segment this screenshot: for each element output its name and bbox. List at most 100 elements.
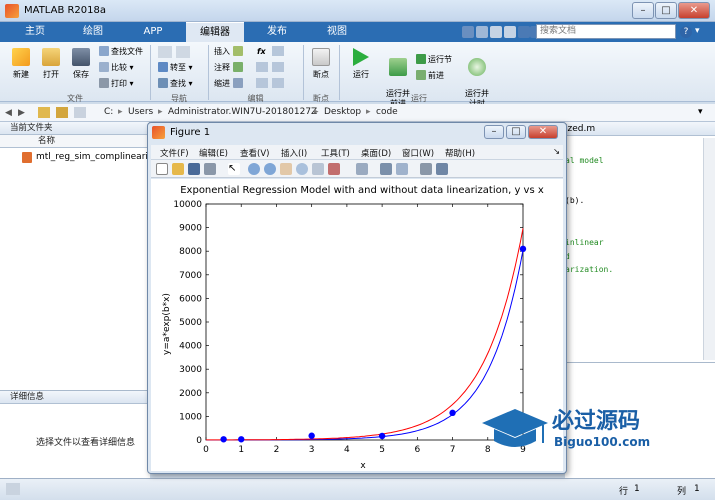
editor-panel: ized.m al model (b). inlinear d arizatio… [565,122,715,362]
rotate-icon[interactable] [296,163,308,175]
increase-indent-icon[interactable] [256,78,268,88]
legend-icon[interactable] [396,163,408,175]
menu-edit[interactable]: 编辑(E) [199,147,228,159]
x-tick-label: 0 [203,445,209,455]
figure-maximize-button[interactable]: □ [506,125,526,139]
print-button[interactable]: 打印 ▾ [99,78,134,90]
y-tick-label: 0 [196,436,202,446]
tab-publish[interactable]: 发布 [250,22,304,42]
function-icon[interactable] [272,46,284,56]
tab-view[interactable]: 视图 [310,22,364,42]
data-cursor-icon[interactable] [312,163,324,175]
minimize-button[interactable]: – [632,2,654,19]
save-quick-icon[interactable] [462,26,474,38]
breadcrumb-users[interactable]: Users [128,107,153,117]
search-input[interactable]: 搜索文档 [536,24,676,39]
drive-icon [74,107,86,118]
menu-file[interactable]: 文件(F) [160,147,189,159]
watermark: 必过源码 Biguo100.com [480,403,710,463]
run-time-icon [468,58,486,76]
details-panel: 详细信息 选择文件以查看详细信息 [0,390,150,478]
breadcrumb-separator: ▸ [314,107,319,117]
paste-icon[interactable] [504,26,516,38]
pan-icon[interactable] [280,163,292,175]
plot-area [205,203,524,441]
link-plot-icon[interactable] [356,163,368,175]
breadcrumb-code[interactable]: code [376,107,398,117]
forward-arrow-icon[interactable]: ▶ [18,108,25,118]
editor-scrollbar[interactable] [703,138,715,360]
uncomment-icon[interactable] [256,62,268,72]
close-button[interactable]: ✕ [678,2,710,19]
comment-button[interactable]: 注释 [214,62,245,74]
zoom-in-icon[interactable] [248,163,260,175]
save-figure-icon[interactable] [188,163,200,175]
current-folder-panel: 当前文件夹 名称 mtl_reg_sim_complinearize [0,122,150,392]
undo-icon[interactable] [518,26,530,38]
breakpoints-button[interactable]: 断点 [308,48,334,80]
matlab-logo-icon [5,4,19,18]
code-line: (b). [565,196,585,205]
tab-editor[interactable]: 编辑器 [186,22,244,42]
decrease-indent-icon[interactable] [272,78,284,88]
brush-icon[interactable] [328,163,340,175]
indent-button[interactable]: 缩进 [214,78,245,90]
maximize-button[interactable]: □ [655,2,677,19]
insert-button[interactable]: 插入 [214,46,245,58]
forward-nav-icon[interactable] [176,46,190,58]
menu-dock-icon[interactable]: ↘ [553,147,560,157]
colorbar-icon[interactable] [380,163,392,175]
find-files-button[interactable]: 查找文件 [99,46,143,58]
watermark-title: 必过源码 [552,409,641,434]
name-column-header[interactable]: 名称 [0,135,149,148]
help-icon[interactable]: ? [680,26,692,38]
advance-button[interactable]: 前进 [416,70,444,82]
zoom-out-icon[interactable] [264,163,276,175]
menu-insert[interactable]: 插入(I) [281,147,307,159]
up-folder-icon[interactable] [38,107,50,118]
fx-button[interactable]: fx [257,46,266,58]
open-button[interactable]: 打开 [38,48,64,80]
tab-plots[interactable]: 绘图 [66,22,120,42]
run-section-button[interactable]: 运行节 [416,54,452,66]
hide-tools-icon[interactable] [420,163,432,175]
menu-view[interactable]: 查看(V) [240,147,269,159]
print-figure-icon[interactable] [204,163,216,175]
breadcrumb-c[interactable]: C: [104,107,113,117]
breakpoints-icon [312,48,330,66]
address-dropdown-icon[interactable]: ▾ [698,107,703,117]
editor-file-tab[interactable]: ized.m [565,124,595,134]
menu-help[interactable]: 帮助(H) [445,147,475,159]
wrap-comment-icon[interactable] [272,62,284,72]
data-point [519,245,527,253]
menu-tools[interactable]: 工具(T) [321,147,350,159]
tab-apps[interactable]: APP [126,22,180,42]
back-nav-icon[interactable] [158,46,172,58]
file-list-item[interactable]: mtl_reg_sim_complinearize [36,152,148,162]
new-figure-icon[interactable] [156,163,168,175]
pointer-icon[interactable]: ↖ [228,163,240,175]
compare-button[interactable]: 比较 ▾ [99,62,134,74]
menu-window[interactable]: 窗口(W) [402,147,434,159]
open-file-icon[interactable] [172,163,184,175]
row-label: 行 [619,487,629,497]
dock-figure-icon[interactable] [436,163,448,175]
save-button[interactable]: 保存 [68,48,94,80]
new-button[interactable]: 新建 [8,48,34,80]
copy-icon[interactable] [490,26,502,38]
back-arrow-icon[interactable]: ◀ [5,108,12,118]
breadcrumb-desktop[interactable]: Desktop [324,107,361,117]
menu-desktop[interactable]: 桌面(D) [361,147,391,159]
figure-menubar: 文件(F) 编辑(E) 查看(V) 插入(I) 工具(T) 桌面(D) 窗口(W… [151,145,563,160]
cut-icon[interactable] [476,26,488,38]
goto-button[interactable]: 转至 ▾ [158,62,193,74]
tab-home[interactable]: 主页 [10,22,60,42]
breadcrumb-admin[interactable]: Administrator.WIN7U-20180127Z [168,107,317,117]
figure-close-button[interactable]: ✕ [528,125,558,139]
figure-minimize-button[interactable]: – [484,125,504,139]
browse-folder-icon[interactable] [56,107,68,118]
chart-title: Exponential Regression Model with and wi… [180,185,544,196]
find-button[interactable]: 查找 ▾ [158,78,193,90]
expand-ribbon-icon[interactable]: ▾ [695,26,707,38]
run-button[interactable]: 运行 [347,48,375,80]
